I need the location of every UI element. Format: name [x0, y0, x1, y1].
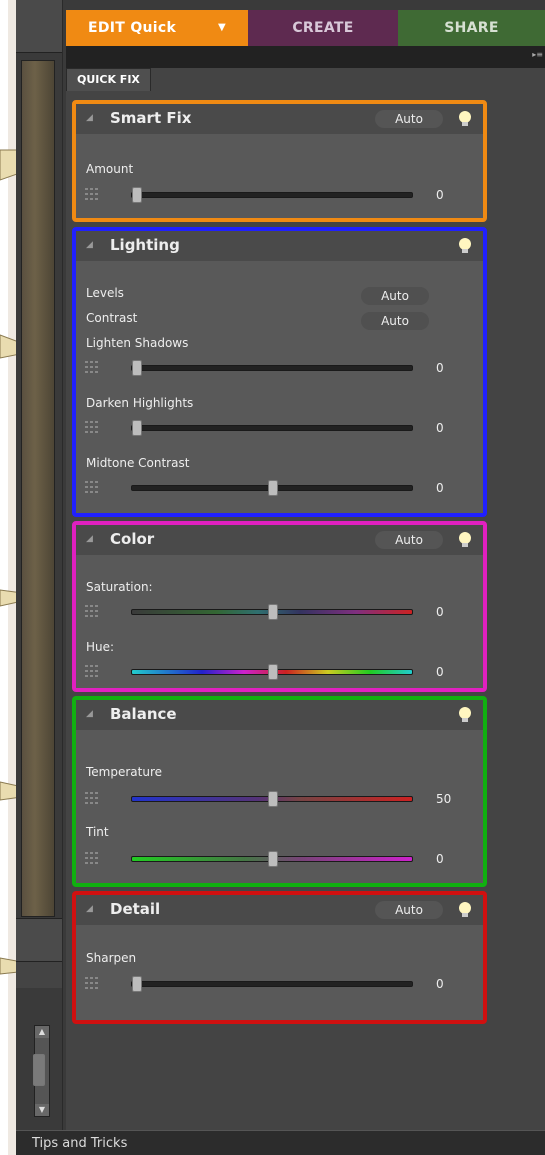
- lightbulb-icon[interactable]: [457, 531, 473, 549]
- slider-thumb[interactable]: [268, 851, 278, 867]
- dropdown-caret-icon[interactable]: ▼: [218, 10, 226, 46]
- slider-grip-icon: [85, 188, 98, 200]
- slider-value: 0: [436, 665, 444, 679]
- slider-value: 0: [436, 481, 444, 495]
- section-title: Lighting: [110, 236, 180, 254]
- left-band: [16, 918, 62, 962]
- balance-section: ◢ Balance Temperature 50 Tint 0: [72, 696, 487, 887]
- section-title: Smart Fix: [110, 109, 192, 127]
- scroll-up-icon[interactable]: ▲: [35, 1026, 49, 1038]
- slider-thumb[interactable]: [132, 187, 142, 203]
- slider-label: Tint: [86, 825, 109, 839]
- slider-label: Lighten Shadows: [86, 336, 189, 350]
- saturation-slider[interactable]: [131, 604, 413, 620]
- collapse-triangle-icon[interactable]: ◢: [86, 709, 93, 719]
- section-title: Color: [110, 530, 155, 548]
- slider-thumb[interactable]: [268, 664, 278, 680]
- left-band-2: [16, 962, 62, 988]
- levels-label: Levels: [86, 286, 124, 300]
- slider-grip-icon: [85, 852, 98, 864]
- slider-label: Darken Highlights: [86, 396, 194, 410]
- slider-label: Midtone Contrast: [86, 456, 190, 470]
- slider-thumb[interactable]: [268, 480, 278, 496]
- slider-label: Amount: [86, 162, 134, 176]
- lighten-shadows-slider[interactable]: [131, 360, 413, 376]
- photo-edge: [21, 60, 55, 917]
- slider-grip-icon: [85, 792, 98, 804]
- left-strip: ▲ ▼: [16, 0, 63, 1130]
- slider-label: Saturation:: [86, 580, 153, 594]
- tab-edit-label: EDIT Quick: [88, 20, 177, 36]
- section-title: Detail: [110, 900, 161, 918]
- vertical-scrollbar[interactable]: ▲ ▼: [33, 1025, 50, 1117]
- detail-auto-button[interactable]: Auto: [375, 901, 443, 919]
- slider-value: 0: [436, 605, 444, 619]
- mode-tabs: EDIT Quick ▼ CREATE SHARE: [66, 10, 545, 46]
- lightbulb-icon[interactable]: [457, 110, 473, 128]
- collapse-triangle-icon[interactable]: ◢: [86, 534, 93, 544]
- color-header[interactable]: ◢ Color Auto: [76, 525, 483, 555]
- slider-value: 50: [436, 792, 452, 806]
- slider-grip-icon: [85, 665, 98, 677]
- tab-share[interactable]: SHARE: [398, 10, 545, 46]
- slider-value: 0: [436, 361, 444, 375]
- tab-edit-quick[interactable]: EDIT Quick ▼: [66, 10, 248, 46]
- tab-quick-fix[interactable]: QUICK FIX: [66, 68, 151, 91]
- collapse-triangle-icon[interactable]: ◢: [86, 904, 93, 914]
- slider-thumb[interactable]: [132, 360, 142, 376]
- slider-value: 0: [436, 977, 444, 991]
- slider-grip-icon: [85, 421, 98, 433]
- slider-label: Hue:: [86, 640, 115, 654]
- smart-fix-section: ◢ Smart Fix Auto Amount 0: [72, 100, 487, 222]
- sharpen-slider[interactable]: [131, 976, 413, 992]
- lighting-header[interactable]: ◢ Lighting: [76, 231, 483, 261]
- scroll-down-icon[interactable]: ▼: [35, 1104, 49, 1116]
- amount-slider[interactable]: [131, 187, 413, 203]
- panel-subbar: ▸≡: [66, 46, 545, 68]
- contrast-auto-button[interactable]: Auto: [361, 312, 429, 330]
- scroll-thumb[interactable]: [33, 1054, 45, 1086]
- hue-slider[interactable]: [131, 664, 413, 680]
- smart-fix-auto-button[interactable]: Auto: [375, 110, 443, 128]
- slider-thumb[interactable]: [132, 420, 142, 436]
- lightbulb-icon[interactable]: [457, 237, 473, 255]
- darken-highlights-slider[interactable]: [131, 420, 413, 436]
- balance-header[interactable]: ◢ Balance: [76, 700, 483, 730]
- slider-thumb[interactable]: [268, 604, 278, 620]
- smart-fix-header[interactable]: ◢ Smart Fix Auto: [76, 104, 483, 134]
- lightbulb-icon[interactable]: [457, 706, 473, 724]
- slider-grip-icon: [85, 605, 98, 617]
- slider-label: Temperature: [86, 765, 163, 779]
- slider-grip-icon: [85, 977, 98, 989]
- tips-and-tricks-bar[interactable]: Tips and Tricks: [16, 1130, 545, 1155]
- section-title: Balance: [110, 705, 177, 723]
- tint-slider[interactable]: [131, 851, 413, 867]
- slider-thumb[interactable]: [132, 976, 142, 992]
- color-section: ◢ Color Auto Saturation: 0 Hue: 0: [72, 521, 487, 692]
- collapse-triangle-icon[interactable]: ◢: [86, 113, 93, 123]
- detail-section: ◢ Detail Auto Sharpen 0: [72, 891, 487, 1024]
- slider-value: 0: [436, 421, 444, 435]
- color-auto-button[interactable]: Auto: [375, 531, 443, 549]
- slider-thumb[interactable]: [268, 791, 278, 807]
- left-topbar: [16, 0, 62, 53]
- slider-grip-icon: [85, 481, 98, 493]
- collapse-triangle-icon[interactable]: ◢: [86, 240, 93, 250]
- slider-value: 0: [436, 188, 444, 202]
- lighting-section: ◢ Lighting Levels Auto Contrast Auto Lig…: [72, 227, 487, 517]
- detail-header[interactable]: ◢ Detail Auto: [76, 895, 483, 925]
- slider-grip-icon: [85, 361, 98, 373]
- slider-label: Sharpen: [86, 951, 137, 965]
- lightbulb-icon[interactable]: [457, 901, 473, 919]
- midtone-contrast-slider[interactable]: [131, 480, 413, 496]
- panel-menu-icon[interactable]: ▸≡: [532, 50, 543, 59]
- tab-create[interactable]: CREATE: [248, 10, 398, 46]
- contrast-label: Contrast: [86, 311, 138, 325]
- levels-auto-button[interactable]: Auto: [361, 287, 429, 305]
- temperature-slider[interactable]: [131, 791, 413, 807]
- slider-value: 0: [436, 852, 444, 866]
